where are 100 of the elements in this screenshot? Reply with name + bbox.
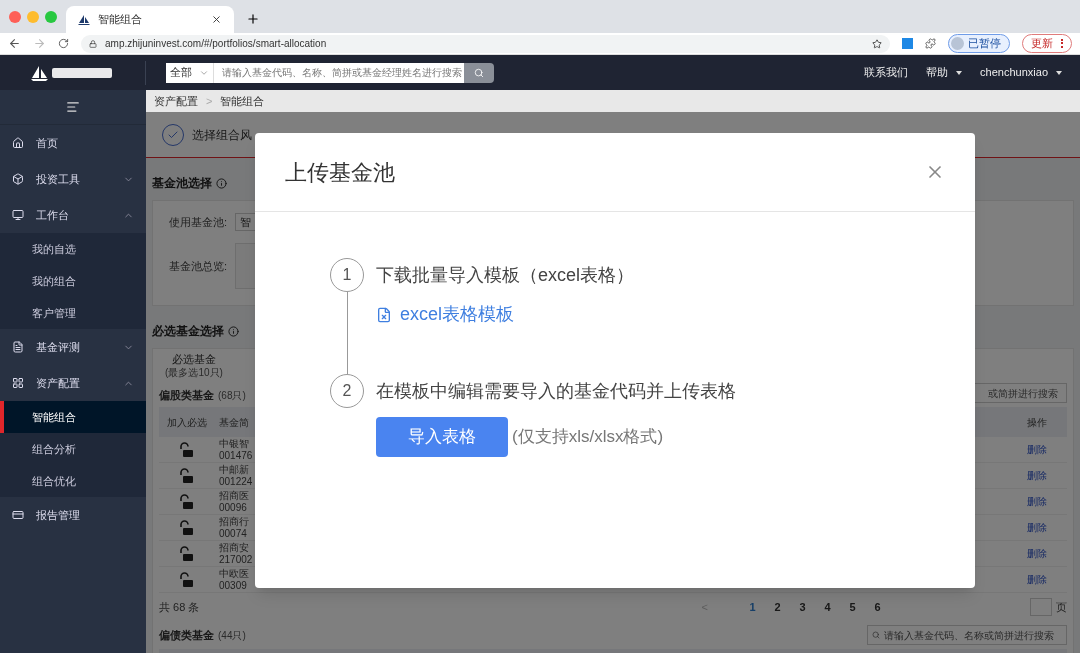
import-button[interactable]: 导入表格 xyxy=(376,417,508,457)
page-button[interactable]: 3 xyxy=(790,599,815,616)
page-button[interactable]: 4 xyxy=(815,599,840,616)
delete-link[interactable]: 删除 xyxy=(1007,520,1067,536)
open-lock-icon[interactable] xyxy=(180,519,194,536)
sidebar-item[interactable]: 基金评测 xyxy=(0,329,146,365)
info-icon[interactable] xyxy=(216,177,227,189)
dropdown-caret-icon xyxy=(1056,70,1062,75)
open-lock-icon[interactable] xyxy=(180,493,194,510)
field-label: 基金池总览: xyxy=(169,258,228,274)
scope-select[interactable]: 全部 xyxy=(166,62,214,83)
dialog-title: 上传基金池 xyxy=(285,158,395,187)
delete-link[interactable]: 删除 xyxy=(1007,572,1067,588)
fund-code: 001476 xyxy=(219,449,253,462)
group-title: 偏债类基金 xyxy=(159,628,214,643)
column-header: 加入必选 xyxy=(166,415,208,430)
document-icon xyxy=(12,341,24,353)
page-suffix: 页 xyxy=(1056,600,1067,615)
profile-button[interactable]: 已暂停 xyxy=(948,34,1010,53)
close-tab-icon[interactable] xyxy=(211,14,222,25)
search-icon xyxy=(474,67,484,78)
fund-code: 217002 xyxy=(219,553,253,566)
delete-link[interactable]: 删除 xyxy=(1007,494,1067,510)
avatar-icon xyxy=(951,37,964,50)
page-button[interactable]: 5 xyxy=(840,599,865,616)
sidebar-item[interactable]: 报告管理 xyxy=(0,497,146,533)
submenu-item[interactable]: 我的自选 xyxy=(0,233,146,265)
submenu-item[interactable]: 客户管理 xyxy=(0,297,146,329)
open-lock-icon[interactable] xyxy=(180,545,194,562)
dropdown-caret-icon xyxy=(956,70,963,75)
breadcrumb-link[interactable]: 资产配置 xyxy=(154,92,198,110)
fund-code: 00309 xyxy=(219,579,247,592)
fund-code: 00096 xyxy=(219,501,247,514)
fund-code: 00074 xyxy=(219,527,247,540)
grid-icon xyxy=(12,377,24,389)
sidebar-item[interactable]: 投资工具 xyxy=(0,161,146,197)
submenu-item[interactable]: 组合分析 xyxy=(0,433,146,465)
fund-name: 招商医 xyxy=(219,489,249,502)
menu-icon[interactable] xyxy=(66,100,80,114)
header-link[interactable]: 帮助 xyxy=(926,64,963,81)
submenu-item[interactable]: 我的组合 xyxy=(0,265,146,297)
extensions-icon[interactable] xyxy=(925,38,936,49)
new-tab-icon[interactable] xyxy=(246,12,260,26)
breadcrumb-separator: > xyxy=(206,93,213,109)
sailboat-icon xyxy=(78,13,90,26)
fund-name: 招商行 xyxy=(219,515,249,528)
card-icon xyxy=(12,509,24,521)
submenu-item[interactable]: 智能组合 xyxy=(0,401,146,433)
field-label: 使用基金池: xyxy=(169,214,228,230)
header-link[interactable]: 联系我们 xyxy=(864,64,909,81)
group-title: 偏股类基金 xyxy=(159,387,214,403)
section-title: 必选基金选择 xyxy=(152,323,224,340)
template-link[interactable]: excel表格模板 xyxy=(376,301,635,328)
step-label: 选择组合风 xyxy=(192,126,252,144)
file-icon xyxy=(376,306,392,323)
page-button[interactable]: 6 xyxy=(865,599,890,616)
home-icon xyxy=(12,137,24,149)
monitor-icon xyxy=(12,209,24,221)
header-link[interactable]: chenchunxiao xyxy=(980,64,1062,81)
delete-link[interactable]: 删除 xyxy=(1007,546,1067,562)
total-count: 共 68 条 xyxy=(159,600,201,615)
column-header: 基金简 xyxy=(218,415,250,430)
fund-code: 001224 xyxy=(219,475,253,488)
sidebar-item[interactable]: 资产配置 xyxy=(0,365,146,401)
column-header: 操作 xyxy=(1026,415,1048,430)
format-hint: (仅支持xls/xlsx格式) xyxy=(512,426,664,449)
info-icon[interactable] xyxy=(228,325,239,337)
delete-link[interactable]: 删除 xyxy=(1007,442,1067,458)
page-input[interactable] xyxy=(1030,598,1052,617)
open-lock-icon[interactable] xyxy=(180,571,194,588)
step-text: 下载批量导入模板（excel表格） xyxy=(376,264,635,287)
fund-name: 中银智 xyxy=(219,437,249,450)
required-tab[interactable]: 必选基金 (最多选10只) xyxy=(159,353,229,380)
fund-name: 招商安 xyxy=(219,541,249,554)
fund-name: 中欧医 xyxy=(219,567,249,580)
delete-link[interactable]: 删除 xyxy=(1007,468,1067,484)
breadcrumb-current: 智能组合 xyxy=(220,93,265,109)
fund-name: 中邮新 xyxy=(219,463,249,476)
sidebar-item[interactable]: 工作台 xyxy=(0,197,146,233)
group-count: (68只) xyxy=(218,388,246,403)
group-count: (44只) xyxy=(218,629,246,643)
open-lock-icon[interactable] xyxy=(180,441,194,458)
browser-tab[interactable]: 智能组合 xyxy=(66,6,234,33)
cube-icon xyxy=(12,173,24,185)
search-button[interactable] xyxy=(464,62,494,83)
page-button[interactable]: 2 xyxy=(765,599,790,616)
bookmark-star-icon[interactable] xyxy=(872,38,882,49)
address-bar[interactable]: amp.zhijuninvest.com/#/portfolios/smart-allocation xyxy=(81,34,890,53)
reload-icon[interactable] xyxy=(58,38,69,49)
search-field[interactable]: 请输入基金代码、名称、简拼或基金经理姓名进行搜索 xyxy=(214,62,464,83)
lock-icon xyxy=(89,39,97,48)
submenu-item[interactable]: 组合优化 xyxy=(0,465,146,497)
search-field[interactable]: 请输入基金代码、名称或简拼进行搜索 xyxy=(867,625,1067,646)
section-title: 基金池选择 xyxy=(152,175,212,192)
sailboat-logo-icon xyxy=(30,64,115,81)
search-icon xyxy=(872,631,880,640)
sidebar-item[interactable]: 首页 xyxy=(0,125,146,161)
open-lock-icon[interactable] xyxy=(180,467,194,484)
back-icon[interactable] xyxy=(8,37,21,50)
step-text: 在模板中编辑需要导入的基金代码并上传表格 xyxy=(376,380,736,403)
